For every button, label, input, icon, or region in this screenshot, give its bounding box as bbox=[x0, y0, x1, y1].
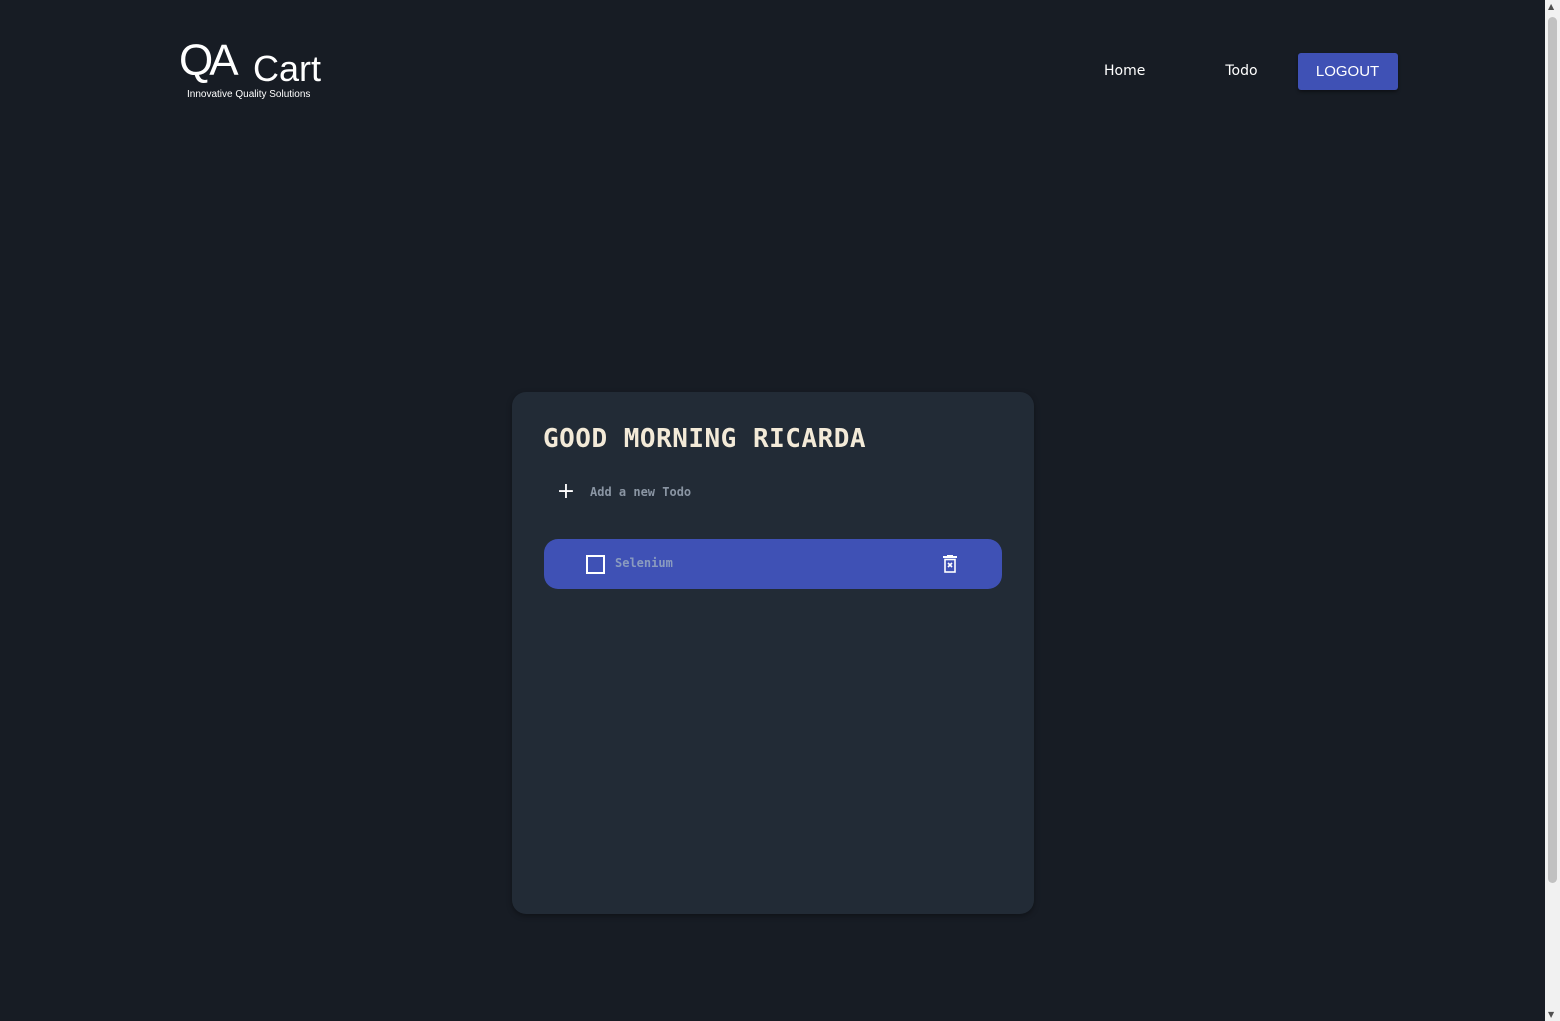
add-todo-input[interactable] bbox=[588, 484, 892, 500]
todo-checkbox[interactable] bbox=[586, 555, 605, 574]
nav-home-link[interactable]: Home bbox=[1080, 53, 1169, 90]
scroll-down-icon[interactable]: ▼ bbox=[1548, 1010, 1554, 1019]
logo-name: Cart bbox=[253, 48, 322, 89]
logo[interactable]: QA Cart Innovative Quality Solutions bbox=[179, 36, 329, 102]
logo-mark: QA bbox=[179, 36, 239, 85]
plus-icon[interactable]: + bbox=[556, 481, 576, 503]
scrollbar[interactable]: ▲ ▼ bbox=[1545, 0, 1560, 1021]
todo-item-label: Selenium bbox=[615, 556, 673, 570]
todo-card: GOOD MORNING RICARDA + Selenium bbox=[512, 392, 1034, 914]
trash-icon[interactable] bbox=[943, 555, 957, 573]
scrollbar-thumb[interactable] bbox=[1548, 17, 1557, 883]
scroll-up-icon[interactable]: ▲ bbox=[1548, 2, 1554, 11]
logout-button[interactable]: LOGOUT bbox=[1297, 53, 1398, 90]
nav-todo-link[interactable]: Todo bbox=[1201, 53, 1281, 90]
top-nav: Home Todo LOGOUT bbox=[1080, 53, 1398, 90]
logo-tagline: Innovative Quality Solutions bbox=[187, 89, 311, 100]
greeting-title: GOOD MORNING RICARDA bbox=[543, 424, 867, 454]
add-todo-row: + bbox=[556, 481, 892, 503]
todo-item: Selenium bbox=[544, 539, 1002, 589]
